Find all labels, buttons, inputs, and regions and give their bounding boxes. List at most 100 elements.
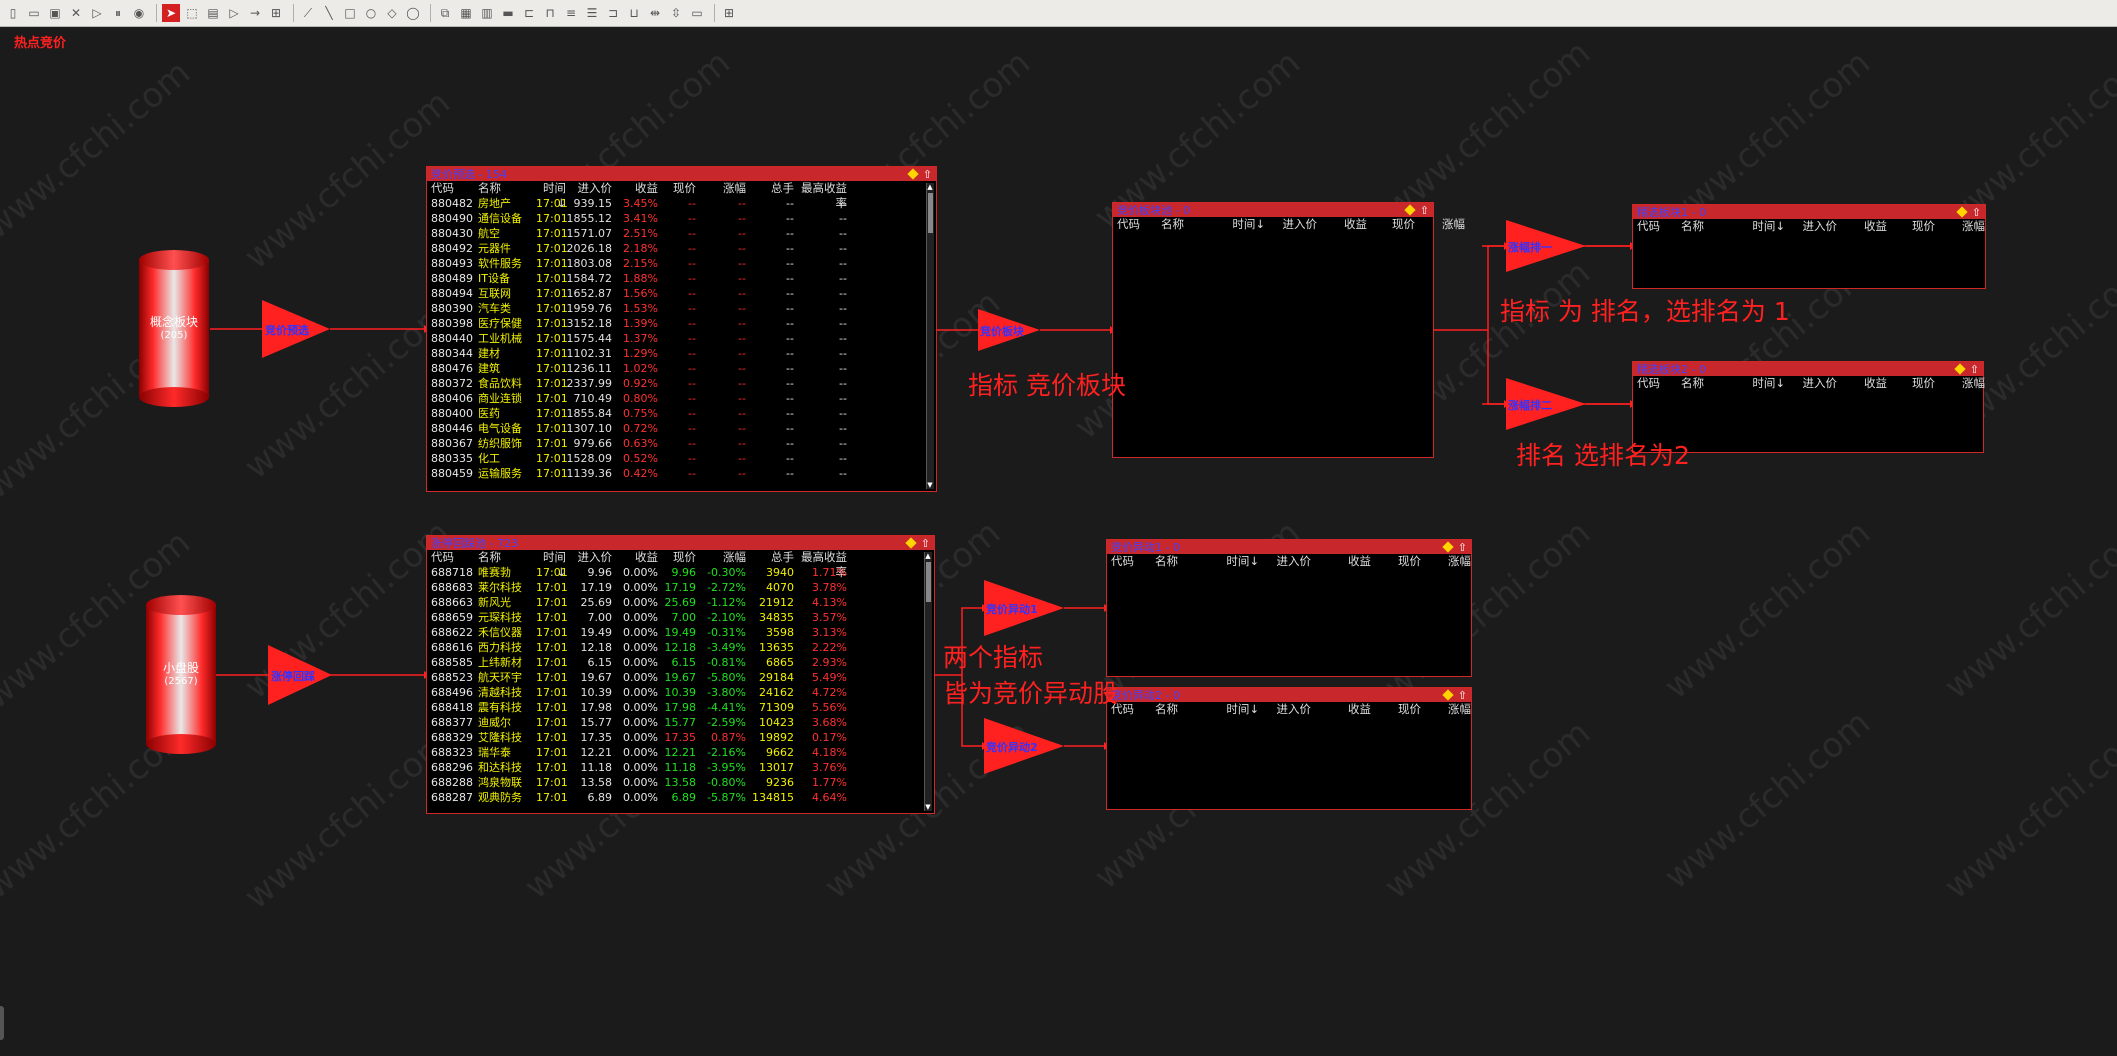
column-header[interactable]: 代码 [1111, 554, 1155, 569]
table-row[interactable]: 880335 化工 17:01 1528.09 0.52% -- -- -- -- [427, 451, 936, 466]
vertical-scrollbar[interactable]: ▲ ▼ [924, 552, 932, 811]
diamond-icon[interactable] [1442, 689, 1454, 701]
table-row[interactable]: 880400 医药 17:01 1855.84 0.75% -- -- -- -- [427, 406, 936, 421]
column-header[interactable]: 收益 [1317, 217, 1367, 232]
column-header[interactable]: 名称 [1161, 217, 1225, 232]
diamond-icon[interactable] [1442, 541, 1454, 553]
column-header[interactable]: 时间↓ [1225, 217, 1265, 232]
panel-header[interactable]: 竞价预选 - 154 ⇧ [427, 167, 936, 181]
panel-auction-preselect[interactable]: 竞价预选 - 154 ⇧ 代码 名称 时间↓ 进入价 收益 现价 涨幅 总手 最高收益率 880482… [426, 166, 937, 492]
scroll-thumb[interactable] [926, 562, 931, 602]
table-row[interactable]: 880492 元器件 17:01 2026.18 2.18% -- -- -- -- [427, 241, 936, 256]
up-arrow-icon[interactable]: ⇧ [1970, 364, 1979, 375]
table-row[interactable]: 688663 新风光 17:01 25.69 0.00% 25.69 -1.12% 21912… [427, 595, 934, 610]
table-row[interactable]: 688329 艾隆科技 17:01 17.35 0.00% 17.35 0.87% 19892… [427, 730, 934, 745]
column-header[interactable]: 名称 [1681, 376, 1745, 391]
table-row[interactable]: 688288 鸿泉物联 17:01 13.58 0.00% 13.58 -0.80% 9236… [427, 775, 934, 790]
table-row[interactable]: 880494 互联网 17:01 1652.87 1.56% -- -- -- -- [427, 286, 936, 301]
vertical-scrollbar[interactable]: ▲ ▼ [926, 183, 934, 489]
table-row[interactable]: 688418 震有科技 17:01 17.98 0.00% 17.98 -4.41% 7130… [427, 700, 934, 715]
column-header[interactable]: 时间↓ [1219, 702, 1259, 717]
column-header[interactable]: 收益 [612, 181, 658, 196]
column-header[interactable]: 现价 [1371, 702, 1421, 717]
up-arrow-icon[interactable]: ⇧ [1458, 542, 1467, 553]
column-header[interactable]: 名称 [478, 550, 536, 565]
column-header[interactable]: 总手 [746, 181, 794, 196]
column-header[interactable]: 代码 [1637, 219, 1681, 234]
column-header[interactable]: 最高收益率 [794, 550, 847, 579]
table-row[interactable]: 880372 食品饮料 17:01 2337.99 0.92% -- -- -- -- [427, 376, 936, 391]
column-header[interactable]: 时间↓ [1745, 219, 1785, 234]
column-header[interactable]: 名称 [1155, 554, 1219, 569]
triangle-node-6[interactable]: 竞价异动1 [986, 601, 1038, 617]
up-arrow-icon[interactable]: ⇧ [923, 169, 932, 180]
diamond-icon[interactable] [1954, 363, 1966, 375]
table-row[interactable]: 688616 西力科技 17:01 12.18 0.00% 12.18 -3.49% 1363… [427, 640, 934, 655]
scroll-up-icon[interactable]: ▲ [924, 552, 932, 560]
column-header[interactable]: 现价 [1887, 376, 1935, 391]
column-header[interactable]: 代码 [1637, 376, 1681, 391]
column-header[interactable]: 现价 [1887, 219, 1935, 234]
column-header[interactable]: 现价 [1371, 554, 1421, 569]
table-row[interactable]: 880344 建材 17:01 1102.31 1.29% -- -- -- -- [427, 346, 936, 361]
column-header[interactable]: 进入价 [566, 181, 613, 196]
table-row[interactable]: 688523 航天环宇 17:01 19.67 0.00% 19.67 -5.80% 2918… [427, 670, 934, 685]
column-header[interactable]: 进入价 [1265, 217, 1318, 232]
triangle-node-5[interactable]: 涨幅排二 [1508, 397, 1552, 413]
triangle-node-2[interactable]: 涨停回踩 [271, 668, 315, 684]
column-header[interactable]: 时间↓ [1745, 376, 1785, 391]
triangle-node-7[interactable]: 竞价异动2 [986, 739, 1038, 755]
column-header[interactable]: 现价 [1367, 217, 1415, 232]
column-header[interactable]: 收益 [1311, 702, 1371, 717]
diamond-icon[interactable] [907, 168, 919, 180]
panel-limitup-pullback[interactable]: 涨停回踩池 - 723 ⇧ 代码 名称 时间↓ 进入价 收益 现价 涨幅 总手 最高收益率 68871… [426, 535, 935, 814]
column-header[interactable]: 最高收益率 [794, 181, 847, 210]
table-row[interactable]: 688585 上纬新材 17:01 6.15 0.00% 6.15 -0.81% 6865 2.… [427, 655, 934, 670]
column-header[interactable]: 收益 [612, 550, 658, 565]
panel-header[interactable]: 精选板块2 - 0 ⇧ [1633, 362, 1983, 376]
column-header[interactable]: 名称 [1155, 702, 1219, 717]
up-arrow-icon[interactable]: ⇧ [1420, 205, 1429, 216]
table-row[interactable]: 880367 纺织服饰 17:01 979.66 0.63% -- -- -- -- [427, 436, 936, 451]
table-row[interactable]: 880398 医疗保健 17:01 3152.18 1.39% -- -- -- -- [427, 316, 936, 331]
source-cylinder-concept[interactable]: 概念板块 (205) [139, 250, 209, 407]
panel-auction-sector-pool[interactable]: 竞价板块池 - 0 ⇧ 代码 名称 时间↓ 进入价 收益 现价 涨幅 [1112, 202, 1465, 458]
source-cylinder-smallcap[interactable]: 小盘股 (2567) [146, 595, 216, 754]
table-row[interactable]: 880390 汽车类 17:01 1959.76 1.53% -- -- -- -- [427, 301, 936, 316]
panel-header[interactable]: 精选板块1 - 0 ⇧ [1633, 205, 1985, 219]
column-header[interactable]: 进入价 [1259, 702, 1312, 717]
triangle-node-3[interactable]: 竞价板块 [980, 323, 1024, 339]
column-header[interactable]: 名称 [1681, 219, 1745, 234]
scroll-down-icon[interactable]: ▼ [924, 803, 932, 811]
table-row[interactable]: 880446 电气设备 17:01 1307.10 0.72% -- -- -- -- [427, 421, 936, 436]
column-header[interactable]: 涨幅 [1421, 702, 1471, 717]
scroll-up-icon[interactable]: ▲ [926, 183, 934, 191]
side-collapse-handle[interactable] [0, 1006, 4, 1040]
column-header[interactable]: 收益 [1837, 376, 1887, 391]
column-header[interactable]: 代码 [431, 181, 478, 196]
column-header[interactable]: 涨幅 [1935, 219, 1985, 234]
column-header[interactable]: 名称 [478, 181, 536, 196]
panel-selected-sector-1[interactable]: 精选板块1 - 0 ⇧ 代码 名称 时间↓ 进入价 收益 现价 涨幅 [1632, 204, 1986, 289]
column-header[interactable]: 涨幅 [1415, 217, 1465, 232]
column-header[interactable]: 进入价 [1785, 376, 1838, 391]
table-row[interactable]: 880490 通信设备 17:01 1855.12 3.41% -- -- -- -- [427, 211, 936, 226]
table-row[interactable]: 688718 唯赛勃 17:01 9.96 0.00% 9.96 -0.30% 3940 1.7… [427, 565, 934, 580]
column-header[interactable]: 总手 [746, 550, 794, 565]
panel-auction-anomaly-2[interactable]: 竞价异动2 - 0 ⇧ 代码 名称 时间↓ 进入价 收益 现价 涨幅 [1106, 687, 1472, 810]
column-header[interactable]: 涨幅 [1935, 376, 1985, 391]
table-row[interactable]: 688683 莱尔科技 17:01 17.19 0.00% 17.19 -2.72% 4070… [427, 580, 934, 595]
column-header[interactable]: 涨幅 [696, 550, 746, 565]
panel-header[interactable]: 竞价异动2 - 0 ⇧ [1107, 688, 1471, 702]
table-row[interactable]: 880489 IT设备 17:01 1584.72 1.88% -- -- -- -- [427, 271, 936, 286]
column-header[interactable]: 进入价 [1259, 554, 1312, 569]
diamond-icon[interactable] [905, 537, 917, 549]
up-arrow-icon[interactable]: ⇧ [1458, 690, 1467, 701]
column-header[interactable]: 现价 [658, 550, 696, 565]
scroll-thumb[interactable] [928, 193, 933, 233]
column-header[interactable]: 进入价 [566, 550, 613, 565]
table-row[interactable]: 688496 清越科技 17:01 10.39 0.00% 10.39 -3.80% 2416… [427, 685, 934, 700]
column-header[interactable]: 时间↓ [536, 181, 566, 210]
table-row[interactable]: 880459 运输服务 17:01 1139.36 0.42% -- -- -- -- [427, 466, 936, 481]
column-header[interactable]: 涨幅 [1421, 554, 1471, 569]
